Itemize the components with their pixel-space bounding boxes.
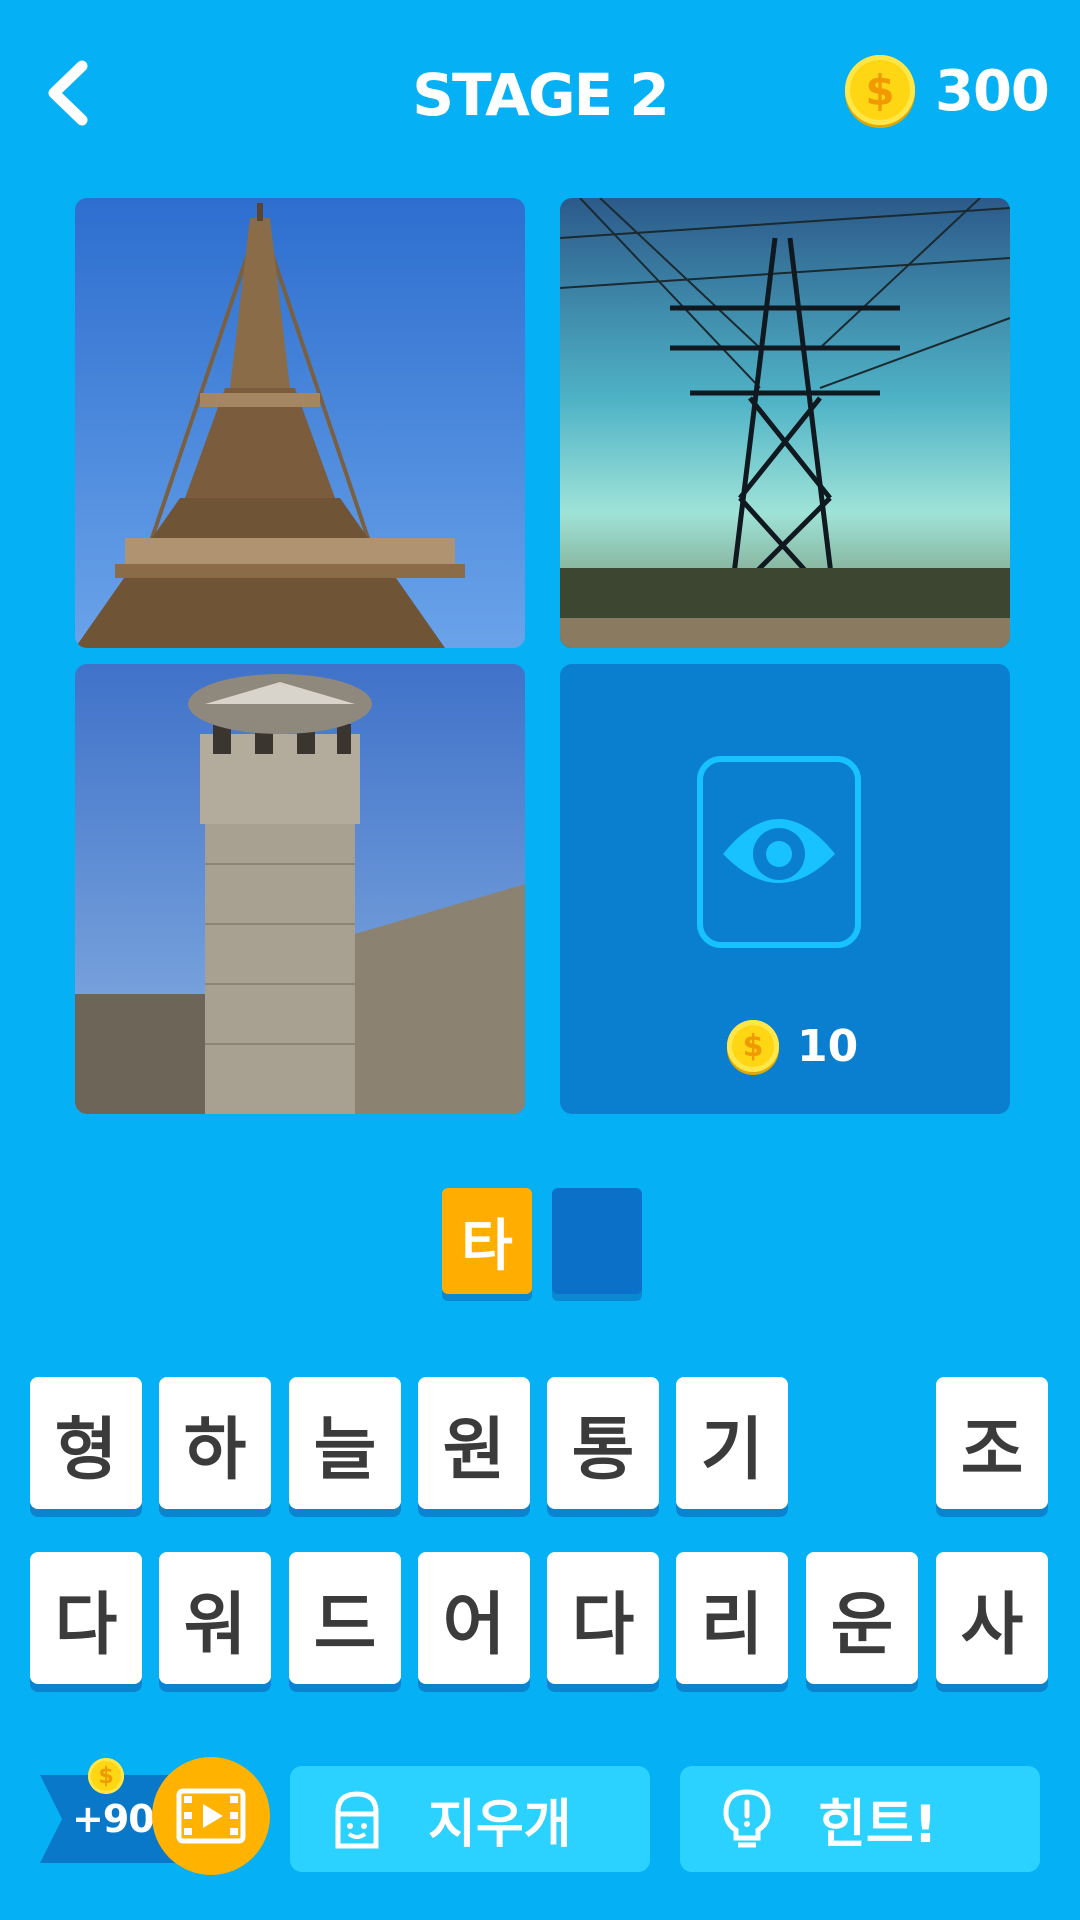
hint-button[interactable]: 힌트! — [680, 1766, 1040, 1872]
coin-icon: $ — [88, 1758, 124, 1794]
letter-key[interactable]: 리 — [676, 1552, 788, 1684]
eraser-icon — [335, 1791, 379, 1849]
letter-key[interactable]: 어 — [418, 1552, 530, 1684]
letter-key[interactable]: 조 — [936, 1377, 1048, 1509]
reveal-picture-button[interactable] — [697, 756, 861, 948]
eiffel-tower-photo — [75, 198, 525, 648]
coin-icon: $ — [845, 55, 915, 125]
letter-key[interactable]: 사 — [936, 1552, 1048, 1684]
stone-tower-photo — [75, 664, 525, 1114]
eraser-label: 지우개 — [428, 1794, 572, 1855]
letter-key[interactable]: 다 — [30, 1552, 142, 1684]
letter-key[interactable]: 통 — [547, 1377, 659, 1509]
stage-title: STAGE 2 — [412, 61, 670, 129]
coin-balance: 300 — [935, 59, 1050, 124]
letter-key[interactable]: 형 — [30, 1377, 142, 1509]
lightbulb-icon — [723, 1789, 771, 1848]
answer-slot-2[interactable] — [552, 1188, 642, 1294]
letter-key[interactable]: 드 — [289, 1552, 401, 1684]
film-play-icon — [176, 1788, 246, 1844]
video-reward-amount: +90 — [72, 1797, 155, 1841]
letter-key[interactable]: 다 — [547, 1552, 659, 1684]
hint-label: 힌트! — [818, 1794, 938, 1855]
coin-icon: $ — [727, 1020, 779, 1072]
letter-key[interactable]: 하 — [159, 1377, 271, 1509]
eraser-button[interactable]: 지우개 — [290, 1766, 650, 1872]
power-pylon-photo — [560, 198, 1010, 648]
watch-video-button[interactable] — [152, 1757, 270, 1875]
eye-icon — [723, 819, 835, 883]
letter-key[interactable]: 운 — [806, 1552, 918, 1684]
answer-slot-1[interactable]: 타 — [442, 1188, 532, 1294]
letter-key[interactable]: 원 — [418, 1377, 530, 1509]
letter-key[interactable]: 늘 — [289, 1377, 401, 1509]
letter-key[interactable]: 워 — [159, 1552, 271, 1684]
letter-key[interactable]: 기 — [676, 1377, 788, 1509]
reveal-cost: 10 — [797, 1021, 859, 1072]
